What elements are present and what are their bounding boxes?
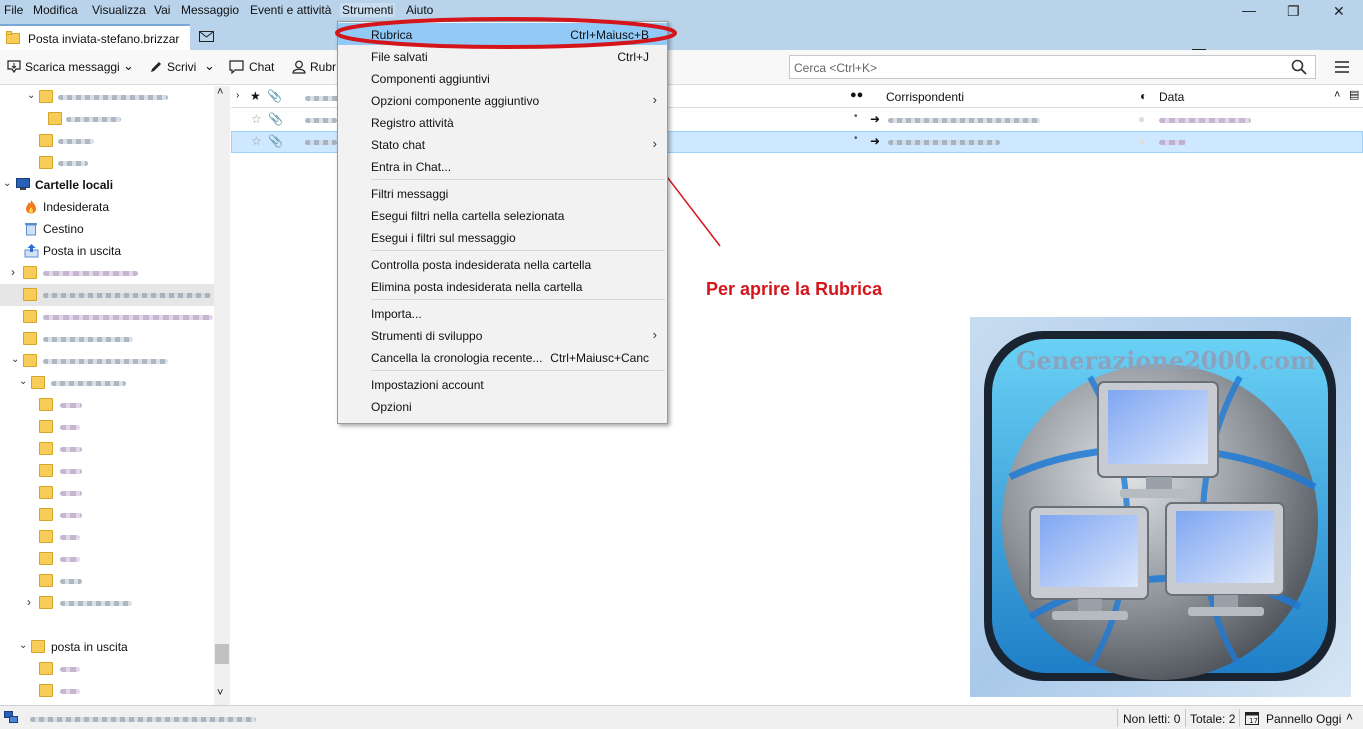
menu-item-esegui-i-filtri-sul-messaggio[interactable]: Esegui i filtri sul messaggio <box>338 226 667 248</box>
menu-item-label: Importa... <box>371 307 422 321</box>
menu-item-componenti-aggiuntivi[interactable]: Componenti aggiuntivi <box>338 67 667 89</box>
menu-item-label: Esegui filtri nella cartella selezionata <box>371 209 565 223</box>
menu-item-label: Strumenti di sviluppo <box>371 329 483 343</box>
today-pane-icon[interactable]: 17 <box>1245 711 1259 725</box>
menu-item-label: Cancella la cronologia recente... <box>371 351 543 365</box>
highlight-ellipse <box>335 17 677 49</box>
menu-separator <box>371 299 665 300</box>
menu-item-label: Componenti aggiuntivi <box>371 72 490 86</box>
submenu-arrow-icon: › <box>652 327 657 342</box>
unread-count: Non letti: 0 <box>1123 712 1181 726</box>
menu-separator <box>371 250 665 251</box>
menu-item-label: Controlla posta indesiderata nella carte… <box>371 258 592 272</box>
annotation-caption: Per aprire la Rubrica <box>706 279 883 299</box>
menu-item-filtri-messaggi[interactable]: Filtri messaggi <box>338 182 667 204</box>
menu-item-label: Opzioni componente aggiuntivo <box>371 94 540 108</box>
total-count: Totale: 2 <box>1190 712 1236 726</box>
menu-item-label: Entra in Chat... <box>371 160 452 174</box>
menu-item-label: Esegui i filtri sul messaggio <box>371 231 516 245</box>
menu-item-opzioni-componente-aggiuntivo[interactable]: Opzioni componente aggiuntivo › <box>338 89 667 111</box>
menu-item-stato-chat[interactable]: Stato chat › <box>338 133 667 155</box>
svg-text:17: 17 <box>1249 717 1258 725</box>
menu-item-shortcut: Ctrl+Maiusc+Canc <box>550 351 649 365</box>
menu-item-esegui-filtri-nella-cartella-selezionata[interactable]: Esegui filtri nella cartella selezionata <box>338 204 667 226</box>
status-bar: Non letti: 0 Totale: 2 17 Pannello Oggi … <box>0 705 1363 729</box>
submenu-arrow-icon: › <box>652 92 657 107</box>
menu-item-label: Filtri messaggi <box>371 187 449 201</box>
network-status-icon[interactable] <box>4 711 19 724</box>
menu-item-registro-attivit[interactable]: Registro attività <box>338 111 667 133</box>
menu-item-strumenti-di-sviluppo[interactable]: Strumenti di sviluppo › <box>338 324 667 346</box>
today-pane-button[interactable]: Pannello Oggi <box>1266 712 1341 726</box>
tools-menu-dropdown: Rubrica Ctrl+Maiusc+B File salvati Ctrl+J Co… <box>337 21 668 424</box>
menu-item-cancella-la-cronologia-recente[interactable]: Cancella la cronologia recente... Ctrl+Ma… <box>338 346 667 368</box>
menu-item-elimina-posta-indesiderata-nella-cartella[interactable]: Elimina posta indesiderata nella cartell… <box>338 275 667 297</box>
menu-item-label: Registro attività <box>371 116 454 130</box>
menu-item-label: Stato chat <box>371 138 426 152</box>
menu-item-importa[interactable]: Importa... <box>338 302 667 324</box>
logo-text: Generazione2000.com <box>1016 346 1315 375</box>
menu-item-controlla-posta-indesiderata-nella-cartella[interactable]: Controlla posta indesiderata nella carte… <box>338 253 667 275</box>
menu-item-entra-in-chat[interactable]: Entra in Chat... <box>338 155 667 177</box>
generazione2000-logo: Generazione2000.com <box>970 317 1351 697</box>
menu-separator <box>371 179 665 180</box>
menu-item-opzioni[interactable]: Opzioni <box>338 395 667 417</box>
menu-item-label: Elimina posta indesiderata nella cartell… <box>371 280 583 294</box>
menu-item-label: Impostazioni account <box>371 378 484 392</box>
submenu-arrow-icon: › <box>652 136 657 151</box>
chevron-up-icon[interactable]: ˄ <box>1346 710 1353 724</box>
menu-separator <box>371 370 665 371</box>
menu-item-label: Opzioni <box>371 400 412 414</box>
menu-item-impostazioni-account[interactable]: Impostazioni account <box>338 373 667 395</box>
